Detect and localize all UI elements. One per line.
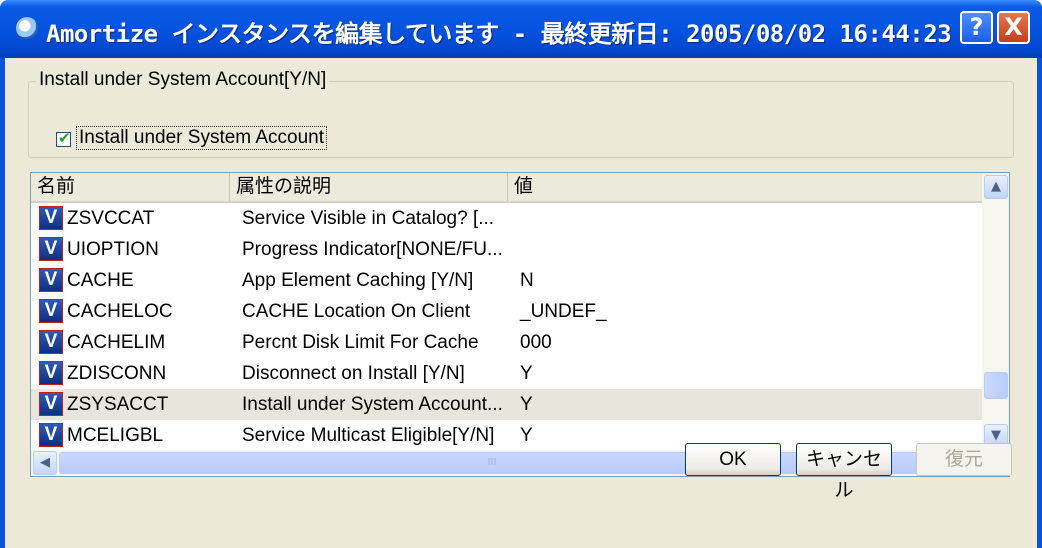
attribute-list[interactable]: 名前 属性の説明 値 V ZSVCCAT Service Visible in … (30, 172, 1010, 477)
table-row[interactable]: V ZDISCONN Disconnect on Install [Y/N] Y (31, 358, 982, 389)
table-row[interactable]: V CACHELOC CACHE Location On Client _UND… (31, 296, 982, 327)
vertical-scrollbar[interactable]: ▲ ▼ (982, 173, 1009, 450)
variable-icon: V (39, 392, 63, 416)
list-header: 名前 属性の説明 値 (31, 173, 982, 203)
scroll-left-icon[interactable]: ◀ (33, 451, 57, 475)
variable-icon: V (39, 268, 63, 292)
row-description: Service Visible in Catalog? [... (242, 208, 495, 229)
variable-icon: V (39, 361, 63, 385)
row-description: Progress Indicator[NONE/FU... (242, 239, 503, 260)
row-value: Y (520, 394, 533, 415)
install-groupbox: Install under System Account[Y/N] Instal… (28, 69, 1014, 158)
table-row[interactable]: V ZSVCCAT Service Visible in Catalog? [.… (31, 203, 982, 234)
table-row[interactable]: V CACHELIM Percnt Disk Limit For Cache 0… (31, 327, 982, 358)
dialog-client: Install under System Account[Y/N] Instal… (5, 58, 1037, 548)
row-value: _UNDEF_ (520, 301, 607, 322)
table-row-selected[interactable]: V ZSYSACCT Install under System Account.… (31, 389, 982, 420)
install-system-account-checkbox[interactable] (56, 129, 71, 147)
variable-icon: V (39, 423, 63, 447)
row-name: UIOPTION (67, 239, 159, 260)
row-name: MCELIGBL (67, 425, 164, 446)
window-title: Amortize インスタンスを編集しています - 最終更新日: 2005/08… (46, 20, 952, 48)
close-button[interactable]: X (997, 11, 1030, 44)
row-description: Disconnect on Install [Y/N] (242, 363, 465, 384)
row-value: Y (520, 363, 533, 384)
table-row[interactable]: V UIOPTION Progress Indicator[NONE/FU... (31, 234, 982, 265)
row-description: Service Multicast Eligible[Y/N] (242, 425, 495, 446)
cancel-button[interactable]: キャンセル (796, 443, 892, 501)
row-value: N (520, 270, 534, 291)
row-name: ZDISCONN (67, 363, 167, 384)
variable-icon: V (39, 330, 63, 354)
dialog-window: Amortize インスタンスを編集しています - 最終更新日: 2005/08… (0, 0, 1042, 548)
row-description: Install under System Account... (242, 394, 503, 415)
row-name: CACHELOC (67, 301, 173, 322)
group-legend: Install under System Account[Y/N] (36, 69, 330, 91)
header-value[interactable]: 値 (508, 173, 982, 201)
install-system-account-label[interactable]: Install under System Account (76, 126, 328, 150)
row-name: ZSVCCAT (67, 208, 155, 229)
row-name: ZSYSACCT (67, 394, 169, 415)
variable-icon: V (39, 206, 63, 230)
title-bar[interactable]: Amortize インスタンスを編集しています - 最終更新日: 2005/08… (0, 0, 1042, 58)
table-row[interactable]: V CACHE App Element Caching [Y/N] N (31, 265, 982, 296)
scroll-up-icon[interactable]: ▲ (984, 175, 1008, 199)
row-description: App Element Caching [Y/N] (242, 270, 474, 291)
row-value: Y (520, 425, 533, 446)
row-name: CACHELIM (67, 332, 166, 353)
app-icon (16, 17, 38, 39)
vertical-scroll-thumb[interactable] (984, 372, 1008, 399)
restore-button[interactable]: 復元 (916, 443, 1012, 476)
row-name: CACHE (67, 270, 134, 291)
row-description: CACHE Location On Client (242, 301, 471, 322)
row-value: 000 (520, 332, 552, 353)
header-description[interactable]: 属性の説明 (230, 173, 508, 201)
ok-button[interactable]: OK (685, 443, 781, 476)
row-description: Percnt Disk Limit For Cache (242, 332, 479, 353)
variable-icon: V (39, 237, 63, 261)
help-button[interactable]: ? (960, 11, 993, 44)
variable-icon: V (39, 299, 63, 323)
header-name[interactable]: 名前 (31, 173, 230, 201)
